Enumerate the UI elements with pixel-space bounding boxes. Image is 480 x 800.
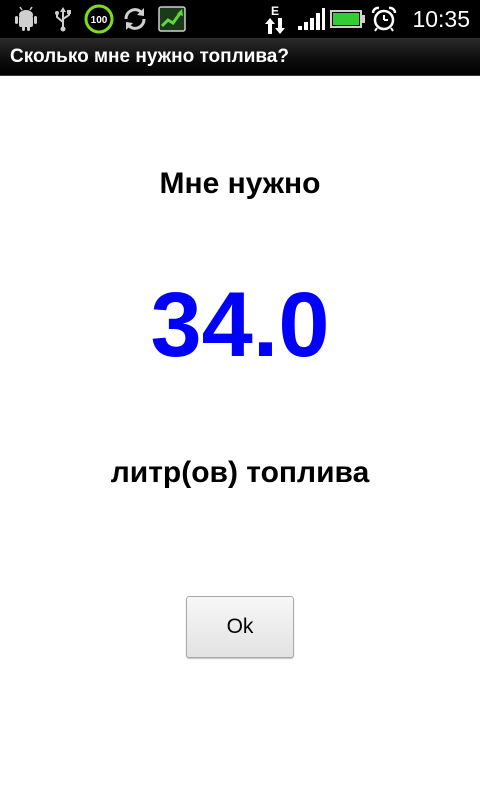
app-title-bar: Сколько мне нужно топлива?: [0, 38, 480, 76]
status-time: 10:35: [412, 6, 470, 32]
need-label: Мне нужно: [159, 167, 321, 200]
battery-100-badge-icon: 100: [84, 0, 114, 38]
signal-icon: [296, 0, 326, 38]
status-bar: 100 E 10:35: [0, 0, 480, 38]
alarm-clock-icon: [370, 0, 398, 38]
sync-icon: [120, 0, 150, 38]
battery-badge-text: 100: [91, 15, 108, 26]
ok-button[interactable]: Ok: [186, 596, 294, 658]
network-type-label: E: [270, 3, 279, 18]
fuel-amount-value: 34.0: [150, 274, 330, 376]
fuel-unit-label: литр(ов) топлива: [110, 456, 370, 489]
data-transfer-icon: E: [262, 0, 288, 38]
usb-icon: [50, 0, 76, 38]
stock-chart-icon: [156, 0, 188, 38]
android-debug-icon: [12, 0, 40, 38]
app-title: Сколько мне нужно топлива?: [10, 46, 289, 67]
battery-icon: [330, 0, 366, 38]
